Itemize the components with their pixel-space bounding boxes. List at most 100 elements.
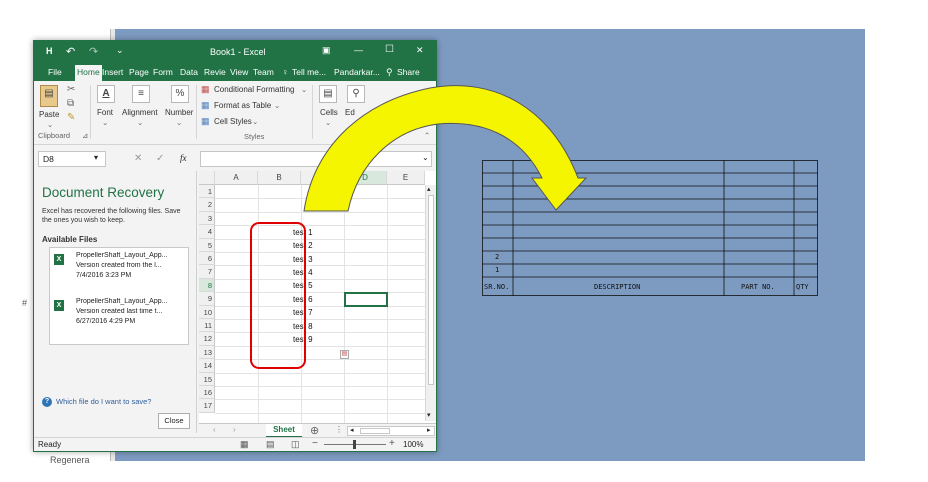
format-as-table-button[interactable]: Format as Table xyxy=(214,101,271,110)
row-header[interactable]: 12 xyxy=(199,332,215,346)
alignment-dropdown-icon[interactable]: ⌄ xyxy=(137,118,143,127)
grid-line xyxy=(215,345,436,347)
row-header[interactable]: 1 xyxy=(199,185,215,199)
status-bar: Ready ▦ ▤ ◫ − + 100% xyxy=(34,437,436,451)
zoom-out-icon[interactable]: − xyxy=(312,438,318,449)
font-dropdown-icon[interactable]: ⌄ xyxy=(102,118,108,127)
alignment-button[interactable]: Alignment xyxy=(122,108,158,117)
row-header[interactable]: 14 xyxy=(199,359,215,373)
row-header[interactable]: 3 xyxy=(199,211,215,226)
normal-view-icon[interactable]: ▦ xyxy=(240,439,249,450)
row-header[interactable]: 9 xyxy=(199,292,215,306)
excel-file-icon: X xyxy=(54,254,64,265)
page-break-view-icon[interactable]: ◫ xyxy=(291,439,300,450)
row-header[interactable]: 13 xyxy=(199,345,215,360)
zoom-slider-thumb[interactable] xyxy=(353,440,356,449)
row-header[interactable]: 11 xyxy=(199,319,215,333)
format-as-table-dropdown-icon[interactable]: ⌄ xyxy=(274,101,280,110)
row-header[interactable]: 7 xyxy=(199,265,215,279)
conditional-formatting-button[interactable]: Conditional Formatting xyxy=(214,85,294,94)
cancel-entry-icon[interactable]: ✕ xyxy=(134,153,142,164)
column-header-a[interactable]: A xyxy=(215,171,258,185)
recovered-file-item[interactable]: X PropellerShaft_Layout_App... Version c… xyxy=(54,298,186,334)
ribbon-options-icon[interactable]: ▣ xyxy=(322,45,331,56)
dialog-launcher-icon[interactable]: ⊿ xyxy=(82,131,88,140)
paste-options-icon[interactable]: ▤ xyxy=(340,350,349,359)
undo-icon[interactable]: ↶ xyxy=(66,45,75,58)
format-painter-icon[interactable]: ✎ xyxy=(67,112,75,123)
scroll-down-icon[interactable]: ▾ xyxy=(427,411,431,419)
scroll-thumb[interactable] xyxy=(428,195,434,385)
cell-styles-button[interactable]: Cell Styles xyxy=(214,117,252,126)
share-icon: ⚲ xyxy=(386,67,393,77)
copy-icon[interactable]: ⧉ xyxy=(67,98,74,109)
font-button[interactable]: Font xyxy=(97,108,113,117)
number-icon[interactable]: % xyxy=(171,85,189,103)
row-header[interactable]: 2 xyxy=(199,198,215,212)
name-box-dropdown-icon[interactable]: ▾ xyxy=(94,153,98,162)
zoom-in-icon[interactable]: + xyxy=(389,438,395,449)
which-file-help-link[interactable]: Which file do I want to save? xyxy=(56,397,151,406)
row-header[interactable]: 5 xyxy=(199,238,215,252)
file-version: Version created from the l... xyxy=(76,262,162,269)
recovered-file-item[interactable]: X PropellerShaft_Layout_App... Version c… xyxy=(54,252,186,288)
maximize-icon[interactable]: ☐ xyxy=(385,44,394,55)
tell-me-box[interactable]: Tell me... xyxy=(292,67,326,77)
tab-view[interactable]: View xyxy=(230,67,248,77)
sheet-tab[interactable]: Sheet xyxy=(266,424,302,438)
alignment-icon[interactable]: ≡ xyxy=(132,85,150,103)
tab-home[interactable]: Home xyxy=(75,65,102,81)
page-layout-view-icon[interactable]: ▤ xyxy=(266,439,275,450)
font-icon[interactable]: A xyxy=(97,85,115,103)
user-name[interactable]: Pandarkar... xyxy=(334,67,380,77)
tab-team[interactable]: Team xyxy=(253,67,274,77)
cut-icon[interactable]: ✂ xyxy=(67,84,75,95)
tab-review[interactable]: Revie xyxy=(204,67,226,77)
row-header[interactable]: 6 xyxy=(199,252,215,266)
row-header[interactable]: 10 xyxy=(199,305,215,319)
tab-file[interactable]: File xyxy=(48,67,62,77)
share-button[interactable]: Share xyxy=(397,67,420,77)
select-all-corner[interactable] xyxy=(199,171,215,185)
tab-insert[interactable]: Insert xyxy=(102,67,123,77)
number-dropdown-icon[interactable]: ⌄ xyxy=(176,118,182,127)
cell-styles-dropdown-icon[interactable]: ⌄ xyxy=(252,117,258,126)
selected-cell-d8[interactable] xyxy=(344,292,388,307)
row-header[interactable]: 15 xyxy=(199,372,215,386)
minimize-icon[interactable]: — xyxy=(354,45,363,55)
insert-function-icon[interactable]: fx xyxy=(180,153,187,163)
number-button[interactable]: Number xyxy=(165,108,193,117)
recovery-close-button[interactable]: Close xyxy=(158,413,190,429)
recovered-files-list: X PropellerShaft_Layout_App... Version c… xyxy=(49,247,189,345)
row-header[interactable]: 4 xyxy=(199,225,215,239)
grid-line xyxy=(215,225,436,227)
row-header[interactable]: 8 xyxy=(199,278,215,293)
close-icon[interactable]: ✕ xyxy=(416,45,424,56)
add-sheet-icon[interactable]: ⊕ xyxy=(310,424,319,437)
column-header-b[interactable]: B xyxy=(258,171,301,185)
next-sheet-icon[interactable]: › xyxy=(233,425,236,434)
scroll-left-icon[interactable]: ◂ xyxy=(350,426,354,434)
vertical-scrollbar[interactable]: ▴ ▾ xyxy=(425,185,436,421)
paste-dropdown-icon[interactable]: ⌄ xyxy=(47,120,53,129)
tab-data[interactable]: Data xyxy=(180,67,198,77)
paste-icon[interactable]: ▤ xyxy=(40,85,58,107)
hscroll-thumb[interactable] xyxy=(360,428,390,434)
confirm-entry-icon[interactable]: ✓ xyxy=(156,153,164,164)
row-header[interactable]: 17 xyxy=(199,399,215,413)
redo-icon[interactable]: ↷ xyxy=(89,45,98,58)
customize-qat-icon[interactable]: ⌄ xyxy=(116,45,124,56)
tab-page-layout[interactable]: Page xyxy=(129,67,149,77)
tab-options-icon[interactable]: ⋮ xyxy=(335,425,343,434)
title-bar[interactable]: H ↶ ↷ ⌄ Book1 - Excel ▣ — ☐ ✕ xyxy=(34,41,436,63)
background-glyph: # xyxy=(22,298,28,308)
prev-sheet-icon[interactable]: ‹ xyxy=(213,425,216,434)
row-header[interactable]: 16 xyxy=(199,386,215,400)
zoom-level[interactable]: 100% xyxy=(403,440,423,449)
paste-button[interactable]: Paste xyxy=(39,110,59,119)
horizontal-scrollbar[interactable]: ◂ ▸ xyxy=(347,426,435,436)
grid-line xyxy=(215,412,436,414)
scroll-right-icon[interactable]: ▸ xyxy=(427,426,431,434)
tab-formulas[interactable]: Form xyxy=(153,67,173,77)
save-icon[interactable]: H xyxy=(46,46,53,56)
